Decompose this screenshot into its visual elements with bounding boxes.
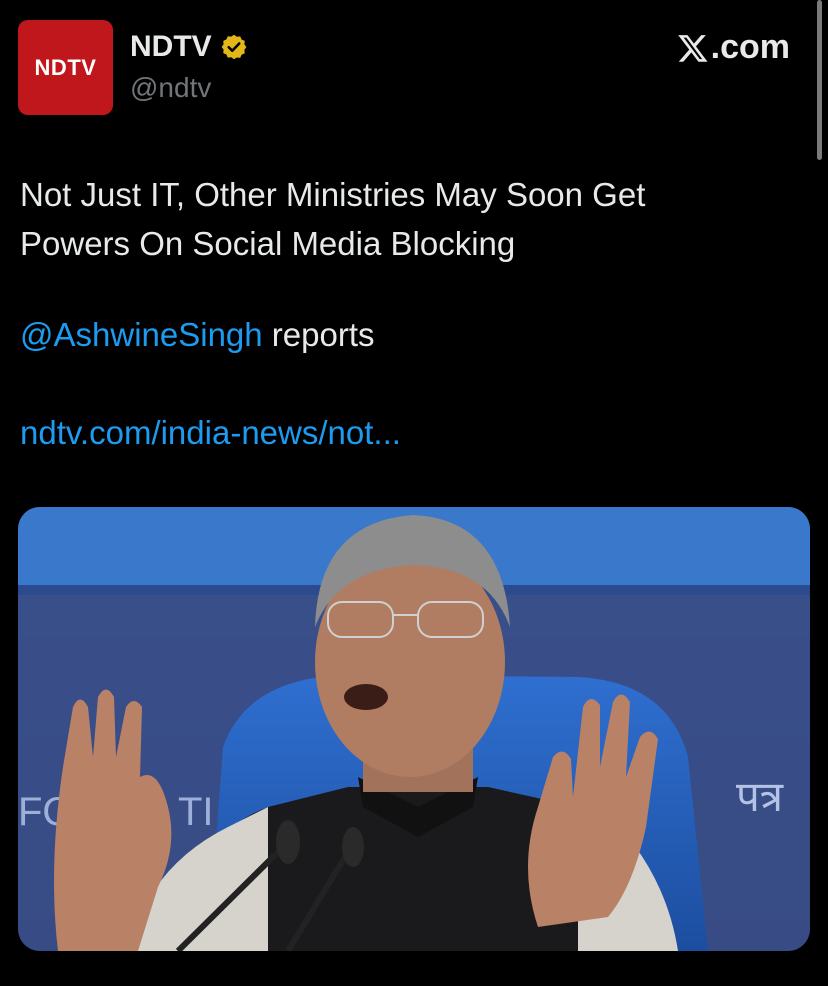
mention-line: @AshwineSingh reports	[20, 316, 375, 354]
account-name-row[interactable]: NDTV	[130, 30, 248, 64]
backdrop-text-mid: TI	[178, 790, 214, 834]
article-link[interactable]: ndtv.com/india-news/not...	[20, 414, 401, 451]
verified-badge-icon	[221, 34, 247, 60]
site-label[interactable]: .com	[677, 28, 790, 67]
press-conference-photo: FO TI पत्र	[18, 507, 810, 951]
headline-line-2: Powers On Social Media Blocking	[20, 225, 516, 262]
backdrop-text-right: पत्र	[736, 772, 784, 821]
account-handle[interactable]: @ndtv	[130, 72, 211, 104]
tweet-headline: Not Just IT, Other Ministries May Soon G…	[20, 170, 800, 268]
mention-link[interactable]: @AshwineSingh	[20, 316, 263, 353]
site-domain-suffix: .com	[710, 28, 790, 66]
mention-suffix: reports	[262, 316, 375, 353]
scrollbar[interactable]	[817, 0, 822, 160]
x-logo-icon	[677, 34, 708, 62]
article-link-line: ndtv.com/india-news/not...	[20, 414, 401, 452]
tweet-media-photo[interactable]: FO TI पत्र	[18, 507, 810, 951]
avatar-logo-text: NDTV	[34, 54, 97, 80]
headline-line-1: Not Just IT, Other Ministries May Soon G…	[20, 176, 646, 213]
avatar[interactable]: NDTV	[18, 20, 113, 115]
display-name[interactable]: NDTV	[130, 30, 212, 64]
